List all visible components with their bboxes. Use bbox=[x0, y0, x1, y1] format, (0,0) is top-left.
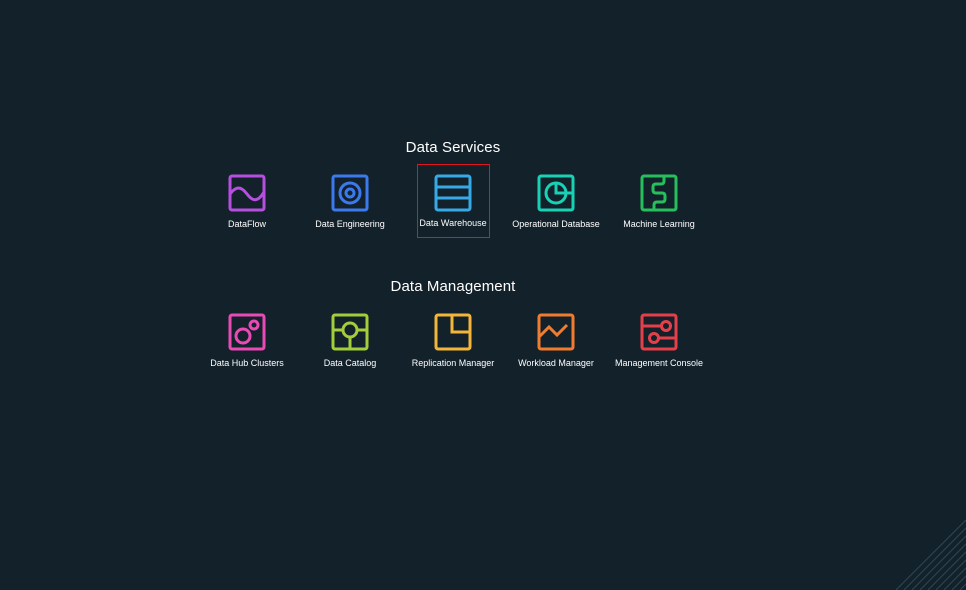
tile-operational-database[interactable]: Operational Database bbox=[505, 164, 608, 238]
data-engineering-icon bbox=[331, 174, 369, 212]
tile-data-catalog[interactable]: Data Catalog bbox=[299, 303, 402, 377]
tile-label: Data Catalog bbox=[323, 358, 377, 368]
tile-label: Data Engineering bbox=[315, 219, 385, 229]
tile-data-engineering[interactable]: Data Engineering bbox=[299, 164, 402, 238]
tile-workload-manager[interactable]: Workload Manager bbox=[505, 303, 608, 377]
management-console-icon bbox=[640, 313, 678, 351]
tile-label: Operational Database bbox=[512, 219, 600, 229]
corner-stripes-decoration bbox=[896, 520, 966, 590]
tile-data-hub-clusters[interactable]: Data Hub Clusters bbox=[196, 303, 299, 377]
data-services-row: DataFlow Data Engineering Data Warehouse bbox=[0, 164, 906, 238]
tile-label: Management Console bbox=[614, 358, 704, 368]
tile-label: Data Warehouse bbox=[419, 218, 487, 228]
tile-label: DataFlow bbox=[227, 219, 266, 229]
data-hub-clusters-icon bbox=[228, 313, 266, 351]
data-management-row: Data Hub Clusters Data Catalog Replicati… bbox=[0, 303, 906, 377]
data-services-title: Data Services bbox=[405, 139, 501, 156]
tile-management-console[interactable]: Management Console bbox=[608, 303, 711, 377]
data-catalog-icon bbox=[331, 313, 369, 351]
tile-replication-manager[interactable]: Replication Manager bbox=[402, 303, 505, 377]
tile-label: Data Hub Clusters bbox=[210, 358, 284, 368]
operational-database-icon bbox=[537, 174, 575, 212]
machine-learning-icon bbox=[640, 174, 678, 212]
replication-manager-icon bbox=[434, 313, 472, 351]
tile-dataflow[interactable]: DataFlow bbox=[196, 164, 299, 238]
tile-data-warehouse[interactable]: Data Warehouse bbox=[416, 164, 490, 238]
data-warehouse-icon bbox=[434, 174, 472, 212]
tile-label: Workload Manager bbox=[518, 358, 594, 368]
tile-label: Replication Manager bbox=[411, 358, 495, 368]
data-management-title: Data Management bbox=[390, 278, 516, 295]
services-page: Data Services DataFlow Data Engineering bbox=[0, 0, 966, 590]
tile-machine-learning[interactable]: Machine Learning bbox=[608, 164, 711, 238]
workload-manager-icon bbox=[537, 313, 575, 351]
dataflow-icon bbox=[228, 174, 266, 212]
tile-label: Machine Learning bbox=[623, 219, 695, 229]
